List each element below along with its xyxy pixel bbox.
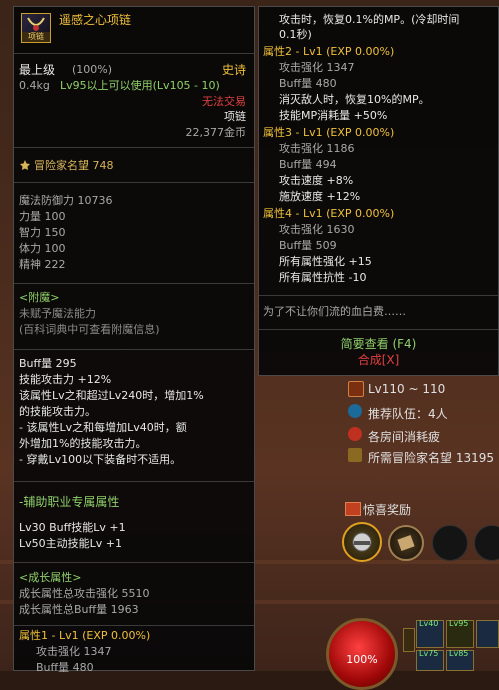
- attr2-line: 消灭敌人时，恢复10%的MP。: [279, 93, 430, 106]
- stat-vitality: 体力 100: [19, 242, 66, 255]
- item-grade-percent: (100%): [72, 63, 113, 76]
- attr3-title: 属性3 - Lv1 (EXP 0.00%): [263, 126, 395, 139]
- stat-spirit: 精神 222: [19, 258, 66, 271]
- attr1-title: 属性1 - Lv1 (EXP 0.00%): [19, 629, 151, 642]
- effect-desc-line: - 穿戴Lv100以下装备时不适用。: [19, 453, 182, 466]
- item-price: 22,377金币: [185, 126, 247, 139]
- fame-requirement-row: 所需冒险家名望 13195: [348, 447, 499, 465]
- quick-slot-4[interactable]: Lv75: [416, 649, 444, 671]
- reward-button-2[interactable]: [388, 525, 424, 561]
- fatigue-icon: [348, 427, 362, 441]
- recommend-party-text: 推荐队伍：4人: [368, 407, 448, 421]
- item-tooltip-panel-continued: 攻击时，恢复0.1%的MP。(冷却时间 0.1秒) 属性2 - Lv1 (EXP…: [258, 6, 499, 376]
- item-weight: 0.4kg: [19, 79, 50, 92]
- brief-view-button[interactable]: 简要查看 (F4): [259, 337, 498, 351]
- attr2-line: 技能MP消耗量 +50%: [279, 109, 388, 122]
- flavor-text: 为了不让你们流的血白费……: [263, 305, 406, 318]
- effect-line: 攻击时，恢复0.1%的MP。(冷却时间: [279, 13, 460, 26]
- attr4-line: 攻击强化 1630: [279, 223, 355, 236]
- quick-slot-2[interactable]: Lv95: [446, 619, 474, 648]
- divider: [14, 625, 254, 626]
- item-rarity: 史诗: [221, 63, 246, 77]
- level-icon: [348, 381, 364, 397]
- effect-desc-line: 该属性Lv之和超过Lv240时，增加1%: [19, 389, 204, 402]
- necklace-item-icon: 项链: [21, 13, 51, 43]
- quick-slot-5[interactable]: Lv85: [446, 649, 474, 671]
- enchant-title: <附魔>: [19, 291, 60, 304]
- hp-orb: 100%: [326, 618, 398, 690]
- stat-strength: 力量 100: [19, 210, 66, 223]
- growth-line: 成长属性总攻击强化 5510: [19, 587, 150, 600]
- divider: [14, 147, 254, 148]
- gift-icon: [345, 502, 361, 516]
- effect-desc-line: 外增加1%的技能攻击力。: [19, 437, 147, 450]
- support-line: Lv50主动技能Lv +1: [19, 537, 122, 550]
- fatigue-row: 各房间消耗疲: [348, 426, 499, 444]
- attr1-line: 攻击强化 1347: [36, 645, 112, 658]
- synthesis-button[interactable]: 合成[X]: [259, 353, 498, 367]
- attr3-line: 攻击强化 1186: [279, 142, 355, 155]
- effect-desc-line: - 该属性Lv之和每增加Lv40时，额: [19, 421, 187, 434]
- quick-slot-1[interactable]: Lv40: [416, 619, 444, 648]
- recommend-party-row: 推荐队伍：4人: [348, 403, 499, 421]
- effect-desc-line: 的技能攻击力。: [19, 405, 96, 418]
- attr4-title: 属性4 - Lv1 (EXP 0.00%): [263, 207, 395, 220]
- surprise-reward: 惊喜奖励: [345, 500, 445, 518]
- divider: [14, 481, 254, 482]
- trade-status: 无法交易: [202, 95, 246, 108]
- support-line: Lv30 Buff技能Lv +1: [19, 521, 126, 534]
- divider: [259, 329, 498, 330]
- material-icon: [397, 534, 415, 552]
- attr2-title: 属性2 - Lv1 (EXP 0.00%): [263, 45, 395, 58]
- effect-skill-attack: 技能攻击力 +12%: [19, 373, 112, 386]
- adventurer-fame: 冒险家名望 748: [34, 159, 114, 172]
- growth-line: 成长属性总Buff量 1963: [19, 603, 139, 616]
- divider: [14, 349, 254, 350]
- quick-slot-3[interactable]: [476, 620, 499, 648]
- item-type-tag: 项链: [22, 32, 50, 42]
- attr3-line: 施放速度 +12%: [279, 190, 361, 203]
- fatigue-text: 各房间消耗疲: [368, 430, 441, 444]
- divider: [259, 295, 498, 296]
- attr3-line: Buff量 494: [279, 158, 337, 171]
- arrow-left-button[interactable]: [403, 628, 415, 652]
- effect-buff-amount: Buff量 295: [19, 357, 77, 370]
- dungeon-level-row: Lv110 ~ 110: [348, 380, 499, 398]
- party-icon: [348, 404, 362, 418]
- fame-icon: [348, 448, 362, 462]
- item-grade: 最上级: [19, 63, 56, 77]
- effect-line: 0.1秒): [279, 28, 312, 41]
- fame-requirement-text: 所需冒险家名望 13195: [368, 451, 494, 465]
- divider: [14, 283, 254, 284]
- stat-magic-defense: 魔法防御力 10736: [19, 194, 113, 207]
- attr3-line: 攻击速度 +8%: [279, 174, 354, 187]
- helmet-icon: [352, 532, 372, 552]
- growth-title: <成长属性>: [19, 571, 82, 584]
- enchant-line-2: (百科词典中可查看附魔信息): [19, 323, 160, 336]
- attr1-line: Buff量 480: [36, 661, 94, 674]
- attr2-line: Buff量 480: [279, 77, 337, 90]
- enchant-line-1: 未赋予魔法能力: [19, 307, 96, 320]
- attr4-line: 所有属性抗性 -10: [279, 271, 367, 284]
- item-name: 遥感之心项链: [59, 13, 132, 27]
- fame-icon: [19, 159, 31, 171]
- divider: [14, 53, 254, 54]
- divider: [14, 182, 254, 183]
- item-type: 项链: [224, 110, 246, 123]
- hp-percent: 100%: [346, 653, 378, 666]
- attr4-line: 所有属性强化 +15: [279, 255, 372, 268]
- surprise-reward-label: 惊喜奖励: [363, 503, 412, 517]
- stat-intelligence: 智力 150: [19, 226, 66, 239]
- support-title: -辅助职业专属属性: [19, 495, 120, 509]
- divider: [14, 562, 254, 563]
- dungeon-level-text: Lv110 ~ 110: [368, 382, 446, 396]
- attr2-line: 攻击强化 1347: [279, 61, 355, 74]
- reward-button-1[interactable]: [342, 522, 382, 562]
- reward-slot-empty: [432, 525, 468, 561]
- item-tooltip-panel: 项链 遥感之心项链 最上级 (100%) 史诗 0.4kg Lv95以上可以使用…: [13, 6, 255, 674]
- item-level-requirement: Lv95以上可以使用(Lv105 - 10): [60, 79, 220, 92]
- attr4-line: Buff量 509: [279, 239, 337, 252]
